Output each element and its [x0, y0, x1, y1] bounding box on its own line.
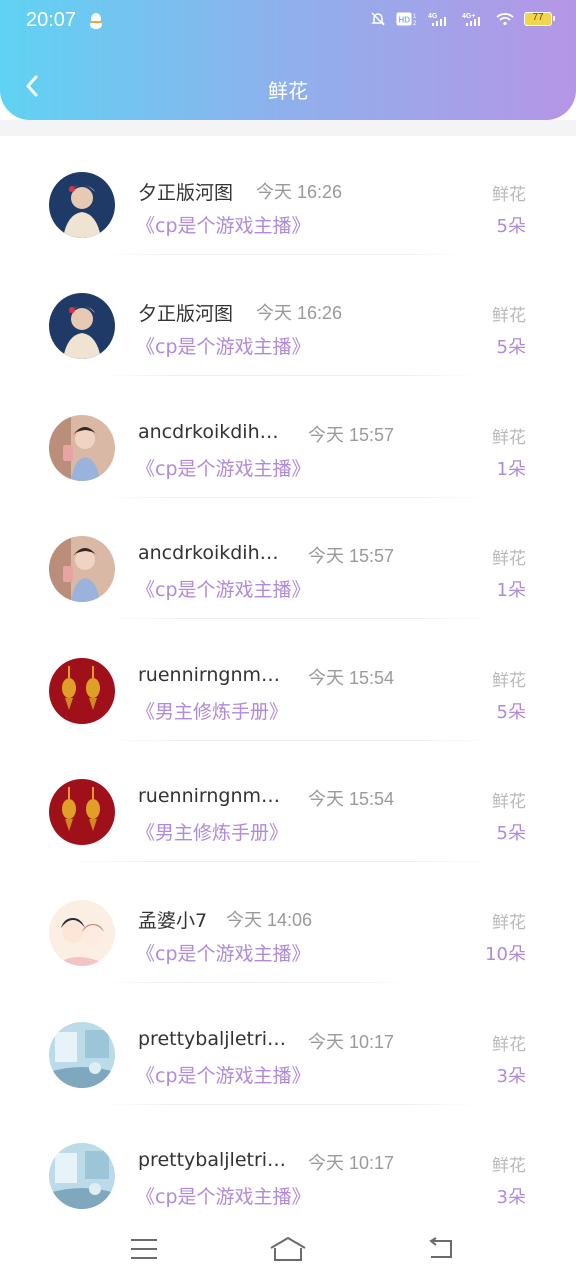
- book-title[interactable]: 《cp是个游戏主播》: [136, 332, 311, 359]
- signal-4gplus-icon: 4G+: [462, 11, 486, 27]
- book-title[interactable]: 《cp是个游戏主播》: [136, 1182, 311, 1209]
- avatar[interactable]: [49, 414, 115, 481]
- gift-label: 鲜花: [492, 185, 526, 205]
- svg-text:1: 1: [413, 14, 417, 20]
- gift-count: 5朵: [496, 337, 526, 359]
- gift-count: 1朵: [496, 580, 526, 602]
- divider: [100, 982, 410, 984]
- header-shadow-band: [0, 120, 576, 136]
- qq-penguin-icon: [89, 12, 103, 34]
- book-title[interactable]: 《男主修炼手册》: [136, 818, 288, 845]
- divider: [100, 1103, 480, 1105]
- avatar[interactable]: [49, 293, 115, 360]
- gift-label: 鲜花: [492, 670, 526, 691]
- timestamp: 今天 15:57: [308, 424, 395, 445]
- username: ancdrkoikdih…: [138, 420, 279, 443]
- list-item[interactable]: 夕正版河图 今天 16:26 《cp是个游戏主播》 鲜花 5朵: [0, 136, 576, 257]
- gift-label: 鲜花: [492, 306, 526, 327]
- page-title: 鲜花: [268, 79, 308, 103]
- username: ruennirngnm…: [138, 784, 281, 807]
- gift-label: 鲜花: [492, 913, 526, 934]
- mute-bell-icon: [370, 11, 386, 27]
- list-item[interactable]: ruennirngnm… 今天 15:54 《男主修炼手册》 鲜花 5朵: [0, 622, 576, 743]
- svg-text:4G: 4G: [428, 13, 438, 20]
- avatar[interactable]: [49, 900, 115, 967]
- gift-count: 3朵: [496, 1187, 526, 1209]
- book-title[interactable]: 《男主修炼手册》: [136, 697, 288, 724]
- timestamp: 今天 15:54: [308, 788, 395, 809]
- gift-count: 5朵: [496, 822, 526, 844]
- svg-text:HD: HD: [399, 16, 411, 25]
- username: 夕正版河图: [138, 303, 234, 326]
- username: 夕正版河图: [138, 182, 234, 204]
- wifi-icon: [496, 12, 514, 26]
- gift-label: 鲜花: [492, 549, 526, 570]
- gift-count: 10朵: [485, 944, 526, 966]
- book-title[interactable]: 《cp是个游戏主播》: [136, 454, 311, 481]
- gift-count: 5朵: [496, 216, 526, 237]
- username: prettybaljletri…: [138, 1027, 287, 1050]
- timestamp: 今天 10:17: [308, 1153, 395, 1174]
- list-item[interactable]: ancdrkoikdih… 今天 15:57 《cp是个游戏主播》 鲜花 1朵: [0, 379, 576, 500]
- book-title[interactable]: 《cp是个游戏主播》: [136, 211, 311, 238]
- hd-icon: HD 1 2: [396, 12, 418, 26]
- menu-button[interactable]: [124, 1232, 164, 1266]
- timestamp: 今天 10:17: [308, 1031, 395, 1052]
- gift-count: 5朵: [496, 701, 526, 723]
- list-item[interactable]: 孟婆小7 今天 14:06 《cp是个游戏主播》 鲜花 10朵: [0, 864, 576, 985]
- home-button[interactable]: [268, 1232, 308, 1266]
- username: ancdrkoikdih…: [138, 542, 279, 565]
- avatar[interactable]: [49, 172, 115, 238]
- svg-text:2: 2: [413, 21, 417, 26]
- list-item[interactable]: ancdrkoikdih… 今天 15:57 《cp是个游戏主播》 鲜花 1朵: [0, 500, 576, 621]
- timestamp: 今天 15:57: [308, 546, 395, 567]
- timestamp: 今天 16:26: [256, 182, 343, 202]
- status-time: 20:07: [26, 9, 77, 31]
- signal-4g-icon: 4G: [428, 11, 452, 27]
- divider: [100, 496, 490, 498]
- svg-text:4G+: 4G+: [462, 13, 475, 20]
- gift-count: 3朵: [496, 1065, 526, 1087]
- gift-list: 夕正版河图 今天 16:26 《cp是个游戏主播》 鲜花 5朵 夕正版河图 今天…: [0, 136, 576, 1229]
- list-item[interactable]: prettybaljletri… 今天 10:17 《cp是个游戏主播》 鲜花 …: [0, 1107, 576, 1228]
- gift-label: 鲜花: [492, 427, 526, 448]
- nav-bar: 鲜花: [0, 60, 576, 116]
- avatar[interactable]: [49, 1143, 115, 1210]
- divider: [60, 860, 500, 862]
- home-icon: [270, 1237, 306, 1261]
- status-icons: HD 1 2 4G 4G+ 77: [370, 11, 555, 27]
- username: ruennirngnm…: [138, 663, 281, 686]
- book-title[interactable]: 《cp是个游戏主播》: [136, 575, 311, 602]
- username: 孟婆小7: [138, 910, 208, 933]
- return-icon: [429, 1237, 452, 1258]
- gift-count: 1朵: [496, 458, 526, 480]
- timestamp: 今天 16:26: [256, 303, 343, 324]
- book-title[interactable]: 《cp是个游戏主播》: [136, 939, 311, 966]
- divider: [100, 618, 500, 620]
- username: prettybaljletri…: [138, 1149, 287, 1172]
- header: 20:07 HD 1 2 4G 4G+ 77 鲜花: [0, 0, 576, 120]
- avatar[interactable]: [49, 536, 115, 603]
- avatar[interactable]: [49, 657, 115, 724]
- menu-icon: [131, 1239, 157, 1259]
- status-bar: 20:07 HD 1 2 4G 4G+ 77: [0, 0, 576, 44]
- system-nav-bar: [0, 1218, 576, 1280]
- divider: [100, 254, 470, 255]
- divider: [100, 739, 500, 741]
- return-button[interactable]: [420, 1232, 460, 1266]
- timestamp: 今天 15:54: [308, 667, 395, 688]
- gift-label: 鲜花: [492, 791, 526, 812]
- book-title[interactable]: 《cp是个游戏主播》: [136, 1061, 311, 1088]
- avatar[interactable]: [49, 778, 115, 845]
- list-item[interactable]: prettybaljletri… 今天 10:17 《cp是个游戏主播》 鲜花 …: [0, 986, 576, 1107]
- battery-level: 77: [532, 12, 544, 23]
- list-item[interactable]: 夕正版河图 今天 16:26 《cp是个游戏主播》 鲜花 5朵: [0, 257, 576, 378]
- avatar[interactable]: [49, 1021, 115, 1088]
- list-item[interactable]: ruennirngnm… 今天 15:54 《男主修炼手册》 鲜花 5朵: [0, 743, 576, 864]
- divider: [100, 375, 480, 377]
- gift-label: 鲜花: [492, 1034, 526, 1055]
- timestamp: 今天 14:06: [226, 910, 313, 931]
- battery-icon: 77: [524, 12, 555, 26]
- gift-label: 鲜花: [492, 1156, 526, 1177]
